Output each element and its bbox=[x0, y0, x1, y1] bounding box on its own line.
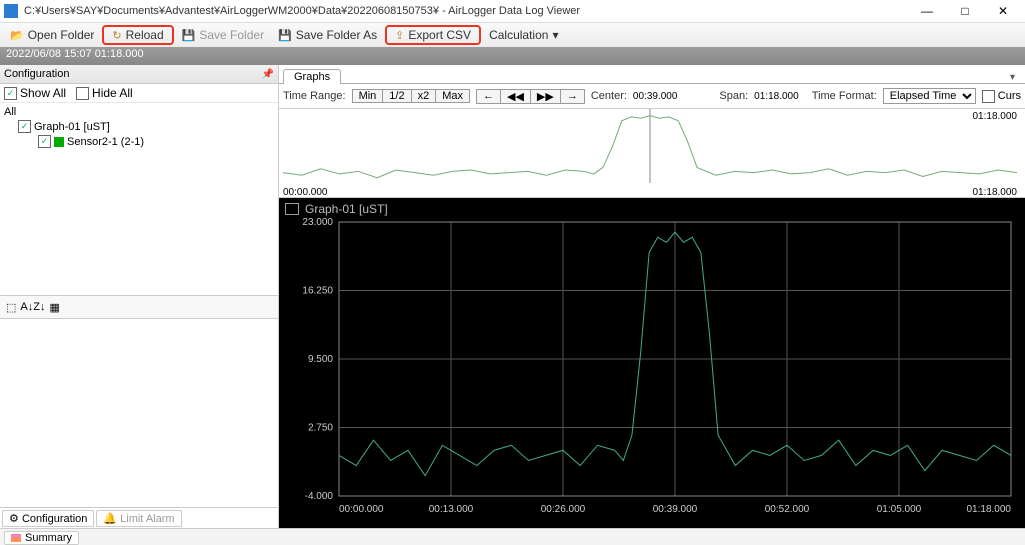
center-value: 00:39.000 bbox=[633, 91, 678, 102]
export-highlight: ⇪Export CSV bbox=[385, 25, 481, 45]
svg-text:-4.000: -4.000 bbox=[305, 491, 334, 502]
close-button[interactable]: ✕ bbox=[985, 1, 1021, 21]
tab-graphs[interactable]: Graphs bbox=[283, 69, 341, 84]
span-label: Span: bbox=[719, 90, 748, 102]
reload-icon: ↻ bbox=[112, 29, 121, 42]
date-bar: 2022/06/08 15:07 01:18.000 bbox=[0, 47, 1025, 65]
svg-text:00:00.000: 00:00.000 bbox=[339, 504, 384, 515]
save-icon: 💾 bbox=[182, 29, 196, 42]
reload-button[interactable]: ↻Reload bbox=[106, 27, 169, 43]
svg-text:9.500: 9.500 bbox=[308, 354, 333, 365]
right-pane: Graphs ▾ Time Range: Min 1/2 x2 Max ← ◀◀… bbox=[279, 65, 1025, 528]
time-format-label: Time Format: bbox=[812, 90, 877, 102]
main-toolbar: 📂Open Folder ↻Reload 💾Save Folder 💾Save … bbox=[0, 23, 1025, 47]
range-half-button[interactable]: 1/2 bbox=[383, 90, 411, 102]
nav-stepfwd-button[interactable]: ▶▶ bbox=[531, 90, 561, 103]
cursor-checkbox[interactable]: Curs bbox=[982, 90, 1021, 103]
chart-icon bbox=[285, 203, 299, 215]
configuration-header: Configuration 📌 bbox=[0, 65, 278, 84]
svg-text:00:39.000: 00:39.000 bbox=[653, 504, 698, 515]
save-folder-button: 💾Save Folder bbox=[176, 27, 270, 43]
range-max-button[interactable]: Max bbox=[436, 90, 469, 102]
range-x2-button[interactable]: x2 bbox=[412, 90, 437, 102]
tab-summary[interactable]: Summary bbox=[4, 531, 79, 545]
time-format-select[interactable]: Elapsed Time bbox=[883, 88, 976, 104]
window-title: C:¥Users¥SAY¥Documents¥Advantest¥AirLogg… bbox=[24, 5, 909, 17]
nav-last-button[interactable]: → bbox=[561, 90, 584, 103]
svg-text:00:13.000: 00:13.000 bbox=[429, 504, 474, 515]
left-bottom-tabs: ⚙ Configuration 🔔 Limit Alarm bbox=[0, 507, 278, 528]
app-icon bbox=[4, 4, 18, 18]
export-icon: ⇪ bbox=[395, 29, 404, 42]
summary-icon bbox=[11, 534, 21, 542]
svg-text:00:52.000: 00:52.000 bbox=[765, 504, 810, 515]
svg-text:23.000: 23.000 bbox=[302, 217, 333, 228]
open-folder-button[interactable]: 📂Open Folder bbox=[4, 27, 100, 43]
svg-text:00:00.000: 00:00.000 bbox=[283, 187, 328, 197]
reload-highlight: ↻Reload bbox=[102, 25, 173, 45]
main-chart[interactable]: Graph-01 [uST] -4.000 2.750 9.500 16.250 23.… bbox=[279, 198, 1025, 528]
svg-text:01:18.000: 01:18.000 bbox=[973, 187, 1018, 197]
hide-all-checkbox[interactable]: Hide All bbox=[76, 86, 133, 100]
left-tools: ⬚ A↓Z↓ ▦ bbox=[0, 295, 278, 319]
gear-icon: ⚙ bbox=[9, 513, 19, 525]
svg-text:2.750: 2.750 bbox=[308, 423, 333, 434]
svg-text:01:18.000: 01:18.000 bbox=[967, 504, 1012, 515]
tab-limit-alarm[interactable]: 🔔 Limit Alarm bbox=[96, 510, 181, 527]
pin-icon[interactable]: 📌 bbox=[262, 69, 274, 80]
save-as-icon: 💾 bbox=[278, 29, 292, 42]
show-all-checkbox[interactable]: ✓Show All bbox=[4, 86, 66, 100]
tab-configuration[interactable]: ⚙ Configuration bbox=[2, 510, 94, 527]
grid-button[interactable]: ▦ bbox=[49, 301, 59, 314]
chevron-down-icon: ▾ bbox=[552, 28, 558, 42]
alarm-icon: 🔔 bbox=[103, 513, 117, 525]
time-range-label: Time Range: bbox=[283, 90, 346, 102]
svg-text:01:05.000: 01:05.000 bbox=[877, 504, 922, 515]
nav-stepback-button[interactable]: ◀◀ bbox=[501, 90, 531, 103]
tree-graph[interactable]: ✓ Graph-01 [uST] bbox=[4, 119, 274, 134]
svg-text:01:18.000: 01:18.000 bbox=[973, 111, 1018, 122]
left-pane: Configuration 📌 ✓Show All Hide All All ✓… bbox=[0, 65, 279, 528]
range-min-button[interactable]: Min bbox=[353, 90, 384, 102]
tree-root[interactable]: All bbox=[4, 105, 274, 119]
maximize-button[interactable]: □ bbox=[947, 1, 983, 21]
sensor-color-swatch bbox=[54, 137, 64, 147]
minimize-button[interactable]: — bbox=[909, 1, 945, 21]
center-label: Center: bbox=[591, 90, 627, 102]
sort-button[interactable]: ⬚ bbox=[6, 301, 16, 314]
calculation-menu[interactable]: Calculation ▾ bbox=[483, 27, 564, 43]
tree-sensor[interactable]: ✓ Sensor2-1 (2-1) bbox=[4, 134, 274, 149]
config-tree[interactable]: All ✓ Graph-01 [uST] ✓ Sensor2-1 (2-1) bbox=[0, 103, 278, 295]
svg-text:16.250: 16.250 bbox=[302, 286, 333, 297]
sort-az-button[interactable]: A↓Z↓ bbox=[20, 301, 45, 313]
overview-chart[interactable]: 00:00.000 01:18.000 01:18.000 bbox=[279, 109, 1025, 198]
chart-title: Graph-01 [uST] bbox=[305, 202, 388, 216]
folder-open-icon: 📂 bbox=[10, 29, 24, 42]
graph-controls: Time Range: Min 1/2 x2 Max ← ◀◀ ▶▶ → Cen… bbox=[279, 84, 1025, 109]
export-csv-button[interactable]: ⇪Export CSV bbox=[389, 27, 477, 43]
nav-first-button[interactable]: ← bbox=[477, 90, 501, 103]
save-folder-as-button[interactable]: 💾Save Folder As bbox=[272, 27, 383, 43]
tabs-dropdown[interactable]: ▾ bbox=[1004, 72, 1021, 83]
svg-text:00:26.000: 00:26.000 bbox=[541, 504, 586, 515]
span-value: 01:18.000 bbox=[754, 91, 799, 102]
